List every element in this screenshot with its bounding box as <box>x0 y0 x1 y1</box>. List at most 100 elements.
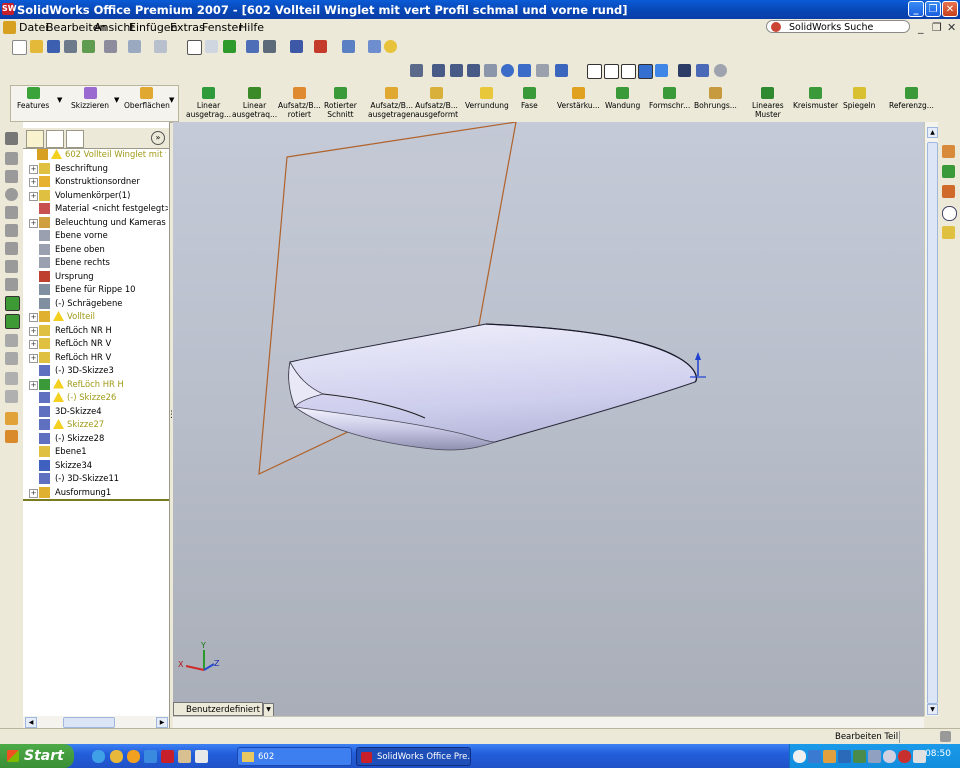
menu-fenster[interactable]: Fenster <box>202 21 243 34</box>
command-8[interactable]: Verstärku... <box>557 87 600 110</box>
customize-icon[interactable] <box>368 40 381 53</box>
trim-tool-icon[interactable] <box>5 352 18 365</box>
roll-view-icon[interactable] <box>536 64 549 77</box>
expand-toggle-icon[interactable]: + <box>29 326 38 336</box>
select-filter-icon[interactable] <box>205 40 218 53</box>
expand-toggle-icon[interactable]: + <box>29 164 38 174</box>
command-11[interactable]: Bohrungs... <box>694 87 737 110</box>
scroll-left-icon[interactable]: ◀ <box>25 717 37 728</box>
view-palette-icon[interactable] <box>942 226 955 239</box>
section-view-icon[interactable] <box>696 64 709 77</box>
doc-close-button[interactable]: ✕ <box>947 21 956 34</box>
taskbar-folder-602[interactable]: 602 <box>237 747 352 766</box>
tree-item[interactable]: Ebene rechts <box>25 256 168 269</box>
command-10[interactable]: Formschr... <box>649 87 690 110</box>
command-13[interactable]: Kreismuster <box>793 87 838 110</box>
shaded-icon[interactable] <box>655 64 668 77</box>
tree-item[interactable]: Skizze27 <box>25 418 168 431</box>
command-4[interactable]: Aufsatz/B... ausgetragen <box>368 87 415 119</box>
tray-usb-icon[interactable] <box>913 750 926 763</box>
menu-hilfe[interactable]: Hilfe <box>239 21 264 34</box>
expand-toggle-icon[interactable]: + <box>29 178 38 187</box>
tree-item[interactable]: (-) Skizze28 <box>25 432 168 445</box>
tree-item[interactable]: Skizze34 <box>25 459 168 472</box>
tree-item[interactable]: + RefLöch NR V <box>25 337 168 350</box>
close-button[interactable]: ✕ <box>942 1 958 17</box>
open-file-icon[interactable] <box>30 40 43 53</box>
taskbar-solidworks[interactable]: SolidWorks Office Pre... <box>356 747 471 766</box>
command-7[interactable]: Fase <box>521 87 538 110</box>
hidden-lines-removed-icon[interactable] <box>621 64 636 79</box>
command-14[interactable]: Spiegeln <box>843 87 875 110</box>
macro-icon[interactable] <box>263 40 276 53</box>
hidden-lines-visible-icon[interactable] <box>604 64 619 79</box>
tree-item[interactable]: Ursprung <box>25 270 168 283</box>
file-explorer-icon[interactable] <box>942 185 955 198</box>
tray-shield-icon[interactable] <box>838 750 851 763</box>
scroll-thumb[interactable] <box>63 717 115 728</box>
rollback-bar[interactable] <box>23 499 169 501</box>
home-icon[interactable] <box>942 145 955 158</box>
options-icon[interactable] <box>82 40 95 53</box>
measure-icon[interactable] <box>290 40 303 53</box>
tray-volume-icon[interactable] <box>868 750 881 763</box>
arc-tool-icon[interactable] <box>5 206 18 219</box>
rotate-view-icon[interactable] <box>501 64 514 77</box>
custom-view-tab[interactable]: Benutzerdefiniert ▼ <box>173 702 274 717</box>
doc-restore-button[interactable]: ❐ <box>932 21 942 34</box>
tray-monitor-icon[interactable] <box>883 750 896 763</box>
vscroll-thumb[interactable] <box>927 142 938 704</box>
quicklaunch-folder-icon[interactable] <box>178 750 191 763</box>
solidworks-app-icon[interactable]: SW <box>2 3 17 15</box>
offset-tool-icon[interactable] <box>5 372 18 385</box>
repair-sketch-icon[interactable] <box>5 412 18 425</box>
search-pane-icon[interactable] <box>942 206 957 221</box>
command-12[interactable]: Lineares Muster <box>752 87 784 119</box>
tray-antivirus-icon[interactable] <box>898 750 911 763</box>
custom-view-dropdown-icon[interactable]: ▼ <box>263 703 274 717</box>
command-9[interactable]: Wandung <box>605 87 640 110</box>
minimize-button[interactable]: _ <box>908 1 924 17</box>
redo-icon[interactable] <box>154 40 167 53</box>
tree-item[interactable]: Material <nicht festgelegt> <box>25 202 168 215</box>
spline-tool-icon[interactable] <box>5 242 18 255</box>
polygon-tool-icon[interactable] <box>5 224 18 237</box>
status-help-icon[interactable] <box>940 731 951 742</box>
command-2[interactable]: Aufsatz/B... rotiert <box>278 87 321 119</box>
command-5[interactable]: Aufsatz/B... ausgeformt <box>415 87 458 119</box>
cut-tool-icon[interactable] <box>5 314 20 329</box>
tree-item[interactable]: Ebene vorne <box>25 229 168 242</box>
expand-toggle-icon[interactable]: + <box>29 340 38 349</box>
zoom-to-area-icon[interactable] <box>450 64 463 77</box>
expand-toggle-icon[interactable]: + <box>29 353 38 363</box>
document-menu-icon[interactable] <box>3 21 16 34</box>
tree-item[interactable]: + Volumenkörper(1) <box>25 189 168 202</box>
wireframe-icon[interactable] <box>587 64 602 79</box>
splitter-handle[interactable]: ⋮ <box>167 410 176 424</box>
tree-item[interactable]: Ebene1 <box>25 445 168 458</box>
shaded-with-edges-icon[interactable] <box>638 64 653 79</box>
line-tool-icon[interactable] <box>5 152 18 165</box>
command-3[interactable]: Rotierter Schnitt <box>324 87 357 119</box>
help-icon[interactable] <box>384 40 397 53</box>
menu-datei[interactable]: Datei <box>19 21 48 34</box>
tray-expand-icon[interactable] <box>793 750 806 763</box>
command-1[interactable]: Linear ausgetraq... <box>232 87 277 119</box>
graphics-vscrollbar[interactable]: ▲ ▼ <box>924 122 939 716</box>
tree-item[interactable]: 602 Vollteil Winglet mit vert Profi <box>23 148 166 161</box>
circle-tool-icon[interactable] <box>5 188 18 201</box>
tree-item[interactable]: (-) 3D-Skizze3 <box>25 364 168 377</box>
start-button[interactable]: Start <box>0 744 74 768</box>
tree-item[interactable]: + Beschriftung <box>25 162 168 175</box>
extrude-tool-icon[interactable] <box>5 296 20 311</box>
rectangle-tool-icon[interactable] <box>5 170 18 183</box>
tree-item[interactable]: + Beleuchtung und Kameras <box>25 216 168 229</box>
rebuild-icon[interactable] <box>223 40 236 53</box>
layout-icon[interactable] <box>342 40 355 53</box>
expand-toggle-icon[interactable]: + <box>29 191 38 201</box>
smart-dimension-icon[interactable] <box>5 132 18 145</box>
printer-setup-icon[interactable] <box>104 40 117 53</box>
quicklaunch-ie-icon[interactable] <box>92 750 105 763</box>
undo-icon[interactable] <box>128 40 141 53</box>
new-file-icon[interactable] <box>12 40 27 55</box>
